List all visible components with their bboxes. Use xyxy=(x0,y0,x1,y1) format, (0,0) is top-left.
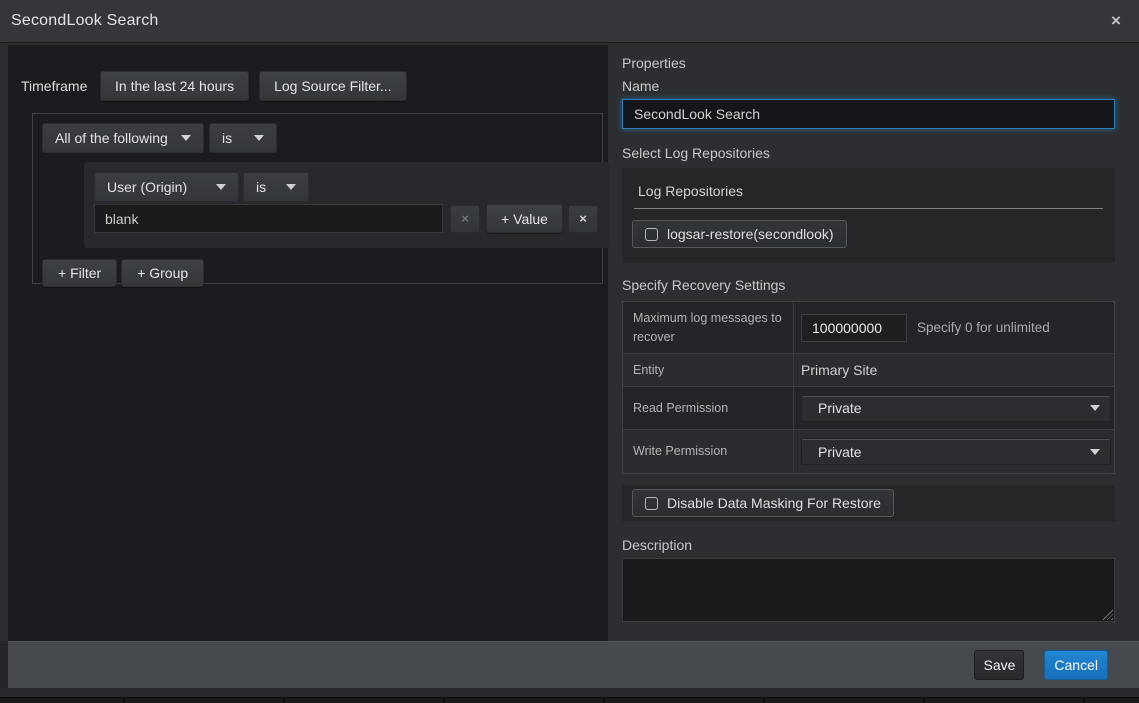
column-divider xyxy=(1083,698,1085,703)
checkbox-icon[interactable] xyxy=(645,497,658,510)
table-row-max-messages: Maximum log messages to recover Specify … xyxy=(623,302,1114,354)
footer-left-edge xyxy=(0,641,8,688)
dialog-body: Timeframe In the last 24 hours Log Sourc… xyxy=(0,43,1139,641)
footer-bar: Save Cancel xyxy=(8,641,1139,688)
rule-operator-dropdown[interactable]: is xyxy=(243,172,309,202)
name-input[interactable] xyxy=(622,99,1115,129)
repository-label: logsar-restore(secondlook) xyxy=(667,226,834,242)
rule-field-label: User (Origin) xyxy=(107,179,187,195)
entity-label: Entity xyxy=(623,354,794,386)
rule-operator-label: is xyxy=(256,179,266,195)
chevron-down-icon xyxy=(254,135,264,141)
recovery-settings-table: Maximum log messages to recover Specify … xyxy=(622,301,1115,474)
group-operator-dropdown[interactable]: All of the following xyxy=(42,123,204,153)
chevron-down-icon xyxy=(1090,449,1100,455)
close-icon[interactable]: × xyxy=(1105,10,1127,32)
column-divider xyxy=(443,698,445,703)
properties-panel: Properties Name Select Log Repositories … xyxy=(622,45,1115,622)
recovery-section-label: Specify Recovery Settings xyxy=(622,277,1115,293)
properties-section-label: Properties xyxy=(622,55,1115,71)
log-repositories-box: Log Repositories logsar-restore(secondlo… xyxy=(622,168,1115,263)
chevron-down-icon xyxy=(216,184,226,190)
cancel-button[interactable]: Cancel xyxy=(1044,650,1108,680)
description-area xyxy=(622,558,1115,622)
column-divider xyxy=(603,698,605,703)
repositories-divider xyxy=(634,208,1103,209)
group-condition-dropdown[interactable]: is xyxy=(209,123,277,153)
max-messages-value-cell: Specify 0 for unlimited xyxy=(794,302,1114,353)
group-condition-label: is xyxy=(222,130,232,146)
timeframe-label: Timeframe xyxy=(21,78,100,94)
description-textarea[interactable] xyxy=(622,558,1115,622)
checkbox-icon[interactable] xyxy=(645,228,658,241)
remove-rule-button[interactable]: × xyxy=(568,205,598,233)
table-row-write-permission: Write Permission Private xyxy=(623,430,1114,473)
disable-masking-label: Disable Data Masking For Restore xyxy=(667,495,881,511)
log-repositories-title: Log Repositories xyxy=(638,183,1105,199)
column-divider xyxy=(283,698,285,703)
group-header: All of the following is xyxy=(42,123,593,153)
dialog-titlebar: SecondLook Search × xyxy=(0,0,1139,43)
remove-value-button[interactable]: × xyxy=(450,205,480,233)
read-permission-value: Private xyxy=(818,400,862,416)
rule-value-input[interactable] xyxy=(94,204,443,233)
column-divider xyxy=(763,698,765,703)
dialog-title: SecondLook Search xyxy=(11,12,159,30)
read-permission-select[interactable]: Private xyxy=(801,395,1111,422)
column-divider xyxy=(123,698,125,703)
rule-values-row: × + Value × xyxy=(94,204,600,233)
column-divider xyxy=(923,698,925,703)
entity-value: Primary Site xyxy=(801,362,877,378)
filter-rule-box: User (Origin) is × + Value × xyxy=(84,162,610,248)
add-value-button[interactable]: + Value xyxy=(486,204,563,233)
write-permission-select[interactable]: Private xyxy=(801,438,1111,465)
max-messages-label: Maximum log messages to recover xyxy=(623,302,794,353)
chevron-down-icon xyxy=(181,135,191,141)
repository-checkbox-chip[interactable]: logsar-restore(secondlook) xyxy=(632,220,847,248)
repositories-section-label: Select Log Repositories xyxy=(622,145,1115,161)
add-group-button[interactable]: + Group xyxy=(121,259,204,287)
background-table-edge xyxy=(0,697,1139,703)
group-actions: + Filter + Group xyxy=(42,259,593,287)
table-row-read-permission: Read Permission Private xyxy=(623,387,1114,430)
rule-header: User (Origin) is xyxy=(94,172,600,202)
filter-group-box: All of the following is User (Origin) xyxy=(32,113,603,284)
rule-field-dropdown[interactable]: User (Origin) xyxy=(94,172,239,202)
secondlook-search-dialog: SecondLook Search × Timeframe In the las… xyxy=(0,0,1139,703)
max-messages-hint: Specify 0 for unlimited xyxy=(917,320,1050,335)
name-label: Name xyxy=(622,78,1115,94)
read-permission-label: Read Permission xyxy=(623,387,794,429)
write-permission-label: Write Permission xyxy=(623,430,794,473)
timeframe-button[interactable]: In the last 24 hours xyxy=(100,71,249,101)
add-filter-button[interactable]: + Filter xyxy=(42,259,117,287)
table-row-entity: Entity Primary Site xyxy=(623,354,1114,387)
timeframe-row: Timeframe In the last 24 hours Log Sourc… xyxy=(21,71,608,101)
description-label: Description xyxy=(622,537,1115,553)
log-source-filter-button[interactable]: Log Source Filter... xyxy=(259,71,407,101)
write-permission-value: Private xyxy=(818,444,862,460)
filter-panel: Timeframe In the last 24 hours Log Sourc… xyxy=(8,45,608,641)
chevron-down-icon xyxy=(1090,405,1100,411)
disable-masking-checkbox-chip[interactable]: Disable Data Masking For Restore xyxy=(632,489,894,517)
max-messages-input[interactable] xyxy=(801,314,907,342)
masking-strip: Disable Data Masking For Restore xyxy=(622,485,1115,521)
group-operator-label: All of the following xyxy=(55,130,168,146)
save-button[interactable]: Save xyxy=(974,650,1024,680)
background-strip xyxy=(0,688,1139,697)
chevron-down-icon xyxy=(286,184,296,190)
